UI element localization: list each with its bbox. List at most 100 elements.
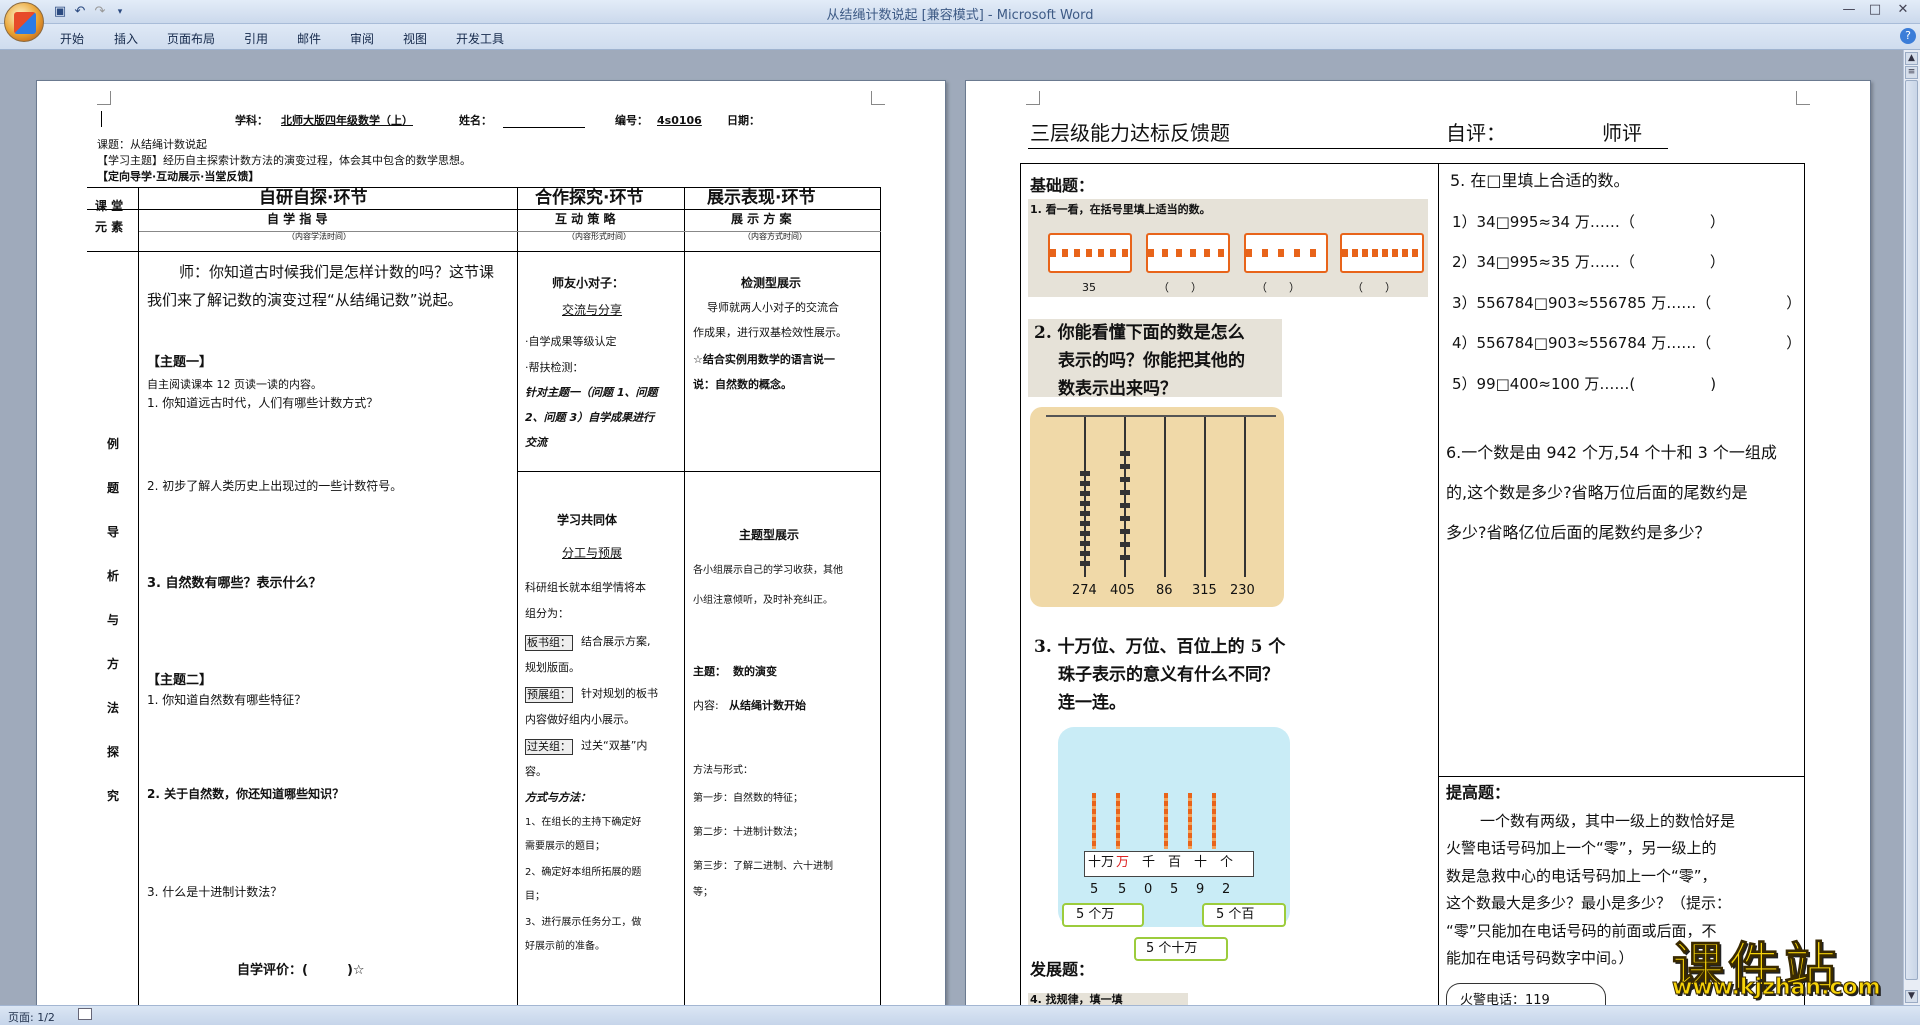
q5-title: 5. 在□里填上合适的数。 <box>1450 171 1630 190</box>
tab-developer[interactable]: 开发工具 <box>456 30 504 47</box>
place-digit: 5 <box>1170 882 1179 897</box>
place-label: 个 <box>1220 855 1234 870</box>
tab-home[interactable]: 开始 <box>60 30 84 47</box>
content-value: 从结绳计数开始 <box>729 699 806 712</box>
place-digit: 9 <box>1196 882 1205 897</box>
topic-one: 【主题一】 <box>147 355 213 370</box>
board-text-1: 结合展示方案, <box>581 635 651 648</box>
rod-number: 274 <box>1072 583 1097 598</box>
abacus-beads <box>1188 793 1192 849</box>
method-1a: 1、在组长的主持下确定好 <box>525 817 642 828</box>
page-counter[interactable]: 页面: 1/2 <box>8 1009 55 1025</box>
self-eval-label: 自评： <box>1446 121 1506 145</box>
code-value: 4s0106 <box>657 114 702 127</box>
close-button[interactable]: ✕ <box>1892 2 1914 20</box>
question-4: 1. 你知道自然数有哪些特征？ <box>147 693 307 707</box>
choice-label: 5 个十万 <box>1146 941 1198 956</box>
topic-two: 【主题二】 <box>147 673 213 688</box>
rod-top-bar <box>1046 415 1276 417</box>
q5-item: 1）34□995≈34 万……（ ） <box>1452 213 1725 231</box>
abacus-beads <box>1116 793 1120 849</box>
abacus-beads <box>1164 793 1168 849</box>
basic-q3-line-1: 3. 十万位、万位、百位上的 5 个 <box>1034 637 1286 657</box>
scroll-up-icon[interactable]: ▲ <box>1905 52 1918 65</box>
window-title: 从结绳计数说起 [兼容模式] - Microsoft Word <box>826 8 1094 23</box>
title-underline <box>1028 148 1668 149</box>
place-label: 万 <box>1116 855 1130 870</box>
basic-q3-line-3: 连一连。 <box>1058 693 1126 713</box>
scroll-down-icon[interactable]: ▼ <box>1905 990 1918 1003</box>
place-label: 十 <box>1194 855 1208 870</box>
pass-text-1: 过关“双基”内 <box>581 739 648 752</box>
pass-text-2: 容。 <box>525 765 547 778</box>
question-6: 3. 什么是十进制计数法？ <box>147 885 283 899</box>
method-title: 方式与方法： <box>525 791 591 804</box>
method-3b: 好展示前的准备。 <box>525 941 605 952</box>
date-label: 日期： <box>727 114 760 127</box>
side-char: 例 <box>107 437 120 451</box>
develop-title: 发展题： <box>1030 960 1095 979</box>
method-1b: 需要展示的题目； <box>525 841 605 852</box>
table-border <box>1438 776 1804 777</box>
tab-review[interactable]: 审阅 <box>350 30 374 47</box>
side-char: 探 <box>107 745 120 759</box>
feedback-title: 三层级能力达标反馈题 <box>1030 121 1230 145</box>
side-char: 析 <box>107 569 120 583</box>
subject-value: 北师大版四年级数学（上） <box>281 114 413 127</box>
col3-note: （内容方式时间） <box>743 232 807 241</box>
ruler-toggle-icon[interactable]: ≡ <box>1905 66 1918 79</box>
leader-line-2: 组分为： <box>525 607 569 620</box>
tab-mailings[interactable]: 邮件 <box>297 30 321 47</box>
proofing-icon[interactable] <box>78 1008 92 1020</box>
improve-title: 提高题： <box>1446 783 1511 802</box>
office-button[interactable] <box>4 2 44 42</box>
lesson-title: 课题：从结绳计数说起 <box>97 138 207 151</box>
table-border <box>1804 163 1805 1011</box>
method-2a: 2、确定好本组所拓展的题 <box>525 867 642 878</box>
maximize-button[interactable]: □ <box>1864 2 1886 20</box>
help-icon[interactable]: ? <box>1900 28 1916 44</box>
board-group-label: 板书组： <box>525 635 573 651</box>
tab-insert[interactable]: 插入 <box>114 30 138 47</box>
corner-mark <box>871 91 885 105</box>
q5-item: 4）556784□903≈556784 万……（ ） <box>1452 334 1802 352</box>
document-page-2: 三层级能力达标反馈题 自评： 师评 基础题： 1. 看一看，在括号里填上适当的数… <box>965 80 1871 1013</box>
tab-page-layout[interactable]: 页面布局 <box>167 30 215 47</box>
basic-q2-line-1: 2. 你能看懂下面的数是怎么 <box>1034 323 1245 343</box>
question-1: 1. 你知道远古时代，人们有哪些计数方式？ <box>147 396 379 410</box>
target-line-2: 2、问题 3）自学成果进行 <box>525 411 655 424</box>
form-title: 方法与形式： <box>693 765 753 776</box>
ribbon-tab-bar <box>0 24 1920 50</box>
scroll-thumb[interactable] <box>1905 80 1918 980</box>
table-border <box>87 251 881 252</box>
rod-number: 315 <box>1192 583 1217 598</box>
table-border <box>1438 163 1439 1011</box>
col0-head-1: 课 堂 <box>95 199 124 213</box>
improve-line: 火警电话号码加上一个“零”，另一级上的 <box>1446 839 1717 857</box>
tab-references[interactable]: 引用 <box>244 30 268 47</box>
exchange-title: 交流与分享 <box>562 303 623 317</box>
rod <box>1244 417 1246 577</box>
theme-value: 数的演变 <box>733 665 777 678</box>
basic-title: 基础题： <box>1030 176 1095 195</box>
name-blank[interactable] <box>503 127 585 128</box>
improve-line: 一个数有两级，其中一级上的数恰好是 <box>1480 812 1736 830</box>
question-3: 3. 自然数有哪些？表示什么？ <box>147 576 322 591</box>
place-digit: 2 <box>1222 882 1231 897</box>
col0-head-2: 元 素 <box>95 220 124 234</box>
table-border <box>517 187 518 1011</box>
side-char: 题 <box>107 481 120 495</box>
q6-line-1: 6.一个数是由 942 个万,54 个十和 3 个一组成 <box>1446 443 1777 462</box>
col1-subheader: 自 学 指 导 <box>267 212 328 226</box>
table-border <box>1020 163 1021 1011</box>
tab-view[interactable]: 视图 <box>403 30 427 47</box>
improve-line: 这个数最大是多少？最小是多少？（提示： <box>1446 894 1732 912</box>
place-label: 十万 <box>1088 855 1115 870</box>
subject-label: 学科： <box>235 114 268 127</box>
place-label: 百 <box>1168 855 1182 870</box>
table-border <box>138 187 139 1011</box>
office-logo-icon <box>14 12 36 34</box>
minimize-button[interactable]: — <box>1838 2 1860 20</box>
table-border <box>880 187 881 1011</box>
rod <box>1164 417 1166 577</box>
